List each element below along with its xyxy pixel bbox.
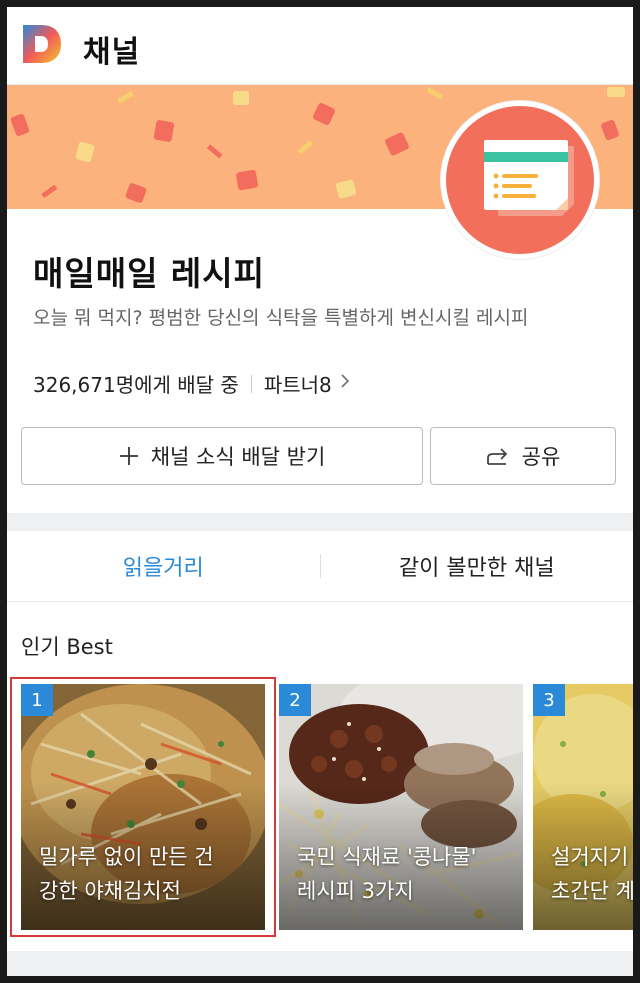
card-title: 설거지기 초간단 계 [551,845,633,903]
rank-badge: 2 [279,684,311,716]
page-title: 채널 [83,35,141,70]
channel-stats: 326,671명에게 배달 중 파트너8 [33,369,350,398]
stats-divider [250,374,252,393]
section-separator [7,513,633,531]
rank-badge: 3 [533,684,565,716]
subscriber-count: 326,671명에게 배달 중 [33,373,239,397]
popular-card-2[interactable]: 2 국민 식재료 '콩나물' 레시피 3가지 [279,684,523,930]
share-icon [486,446,510,466]
recipe-card-icon [484,140,574,216]
bottom-separator [7,951,633,976]
app-screen: 채널 매일매일 레시피 오늘 뭐 먹지? 평범한 당신의 식탁을 특별하게 변신… [7,7,633,976]
selection-highlight [10,677,276,937]
subscribe-button[interactable]: 채널 소식 배달 받기 [21,427,423,485]
partner-link[interactable]: 파트너8 [264,369,350,398]
share-button[interactable]: 공유 [430,427,616,485]
tab-reading[interactable]: 읽을거리 [7,550,320,582]
channel-avatar[interactable] [441,101,599,259]
top-bar: 채널 [7,7,633,85]
popular-card-3[interactable]: 3 설거지기 초간단 계 [533,684,633,930]
chevron-right-icon [340,373,350,394]
share-label: 공유 [521,445,561,469]
channel-description: 오늘 뭐 먹지? 평범한 당신의 식탁을 특별하게 변신시킬 레시피 [33,307,529,329]
card-title: 국민 식재료 '콩나물' 레시피 3가지 [297,845,477,903]
daum-d-logo-icon[interactable] [21,23,63,65]
subscribe-label: 채널 소식 배달 받기 [150,445,326,469]
partner-label: 파트너8 [263,373,332,397]
plus-icon [119,446,139,466]
tab-bar: 읽을거리 같이 볼만한 채널 [7,531,633,602]
popular-section-title: 인기 Best [21,635,113,659]
channel-name: 매일매일 레시피 [33,254,266,293]
tab-related-channels[interactable]: 같이 볼만한 채널 [321,550,634,582]
